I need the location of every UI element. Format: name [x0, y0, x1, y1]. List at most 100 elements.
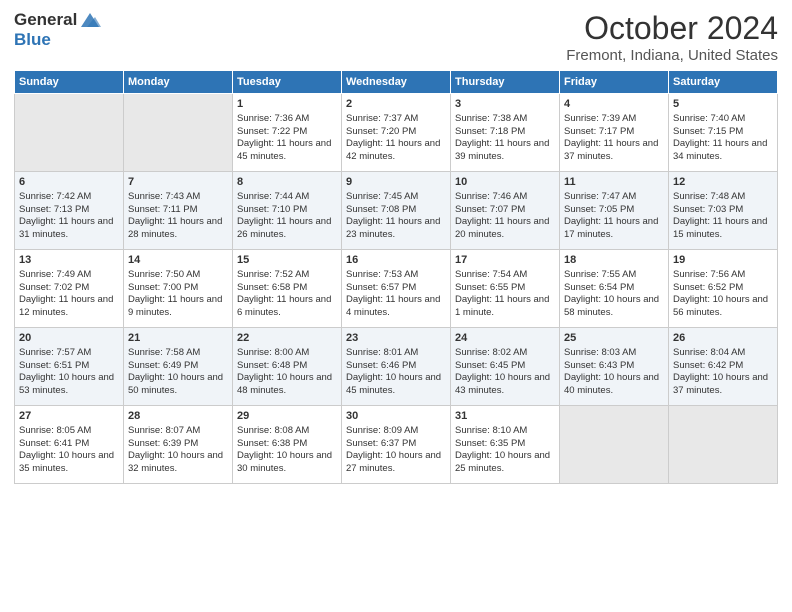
- sunset-text: Sunset: 6:45 PM: [455, 360, 555, 373]
- main-container: General Blue October 2024 Fremont, India…: [0, 0, 792, 494]
- day-number: 2: [346, 97, 446, 112]
- sunset-text: Sunset: 7:03 PM: [673, 204, 773, 217]
- main-title: October 2024: [566, 10, 778, 47]
- daylight-text: Daylight: 10 hours and 43 minutes.: [455, 372, 555, 398]
- col-header-thursday: Thursday: [451, 71, 560, 94]
- logo-icon: [79, 11, 101, 29]
- sunset-text: Sunset: 6:57 PM: [346, 282, 446, 295]
- sunrise-text: Sunrise: 8:03 AM: [564, 347, 664, 360]
- daylight-text: Daylight: 10 hours and 30 minutes.: [237, 450, 337, 476]
- day-number: 10: [455, 175, 555, 190]
- sunrise-text: Sunrise: 8:02 AM: [455, 347, 555, 360]
- daylight-text: Daylight: 11 hours and 6 minutes.: [237, 294, 337, 320]
- daylight-text: Daylight: 10 hours and 27 minutes.: [346, 450, 446, 476]
- sunset-text: Sunset: 6:42 PM: [673, 360, 773, 373]
- sunset-text: Sunset: 6:48 PM: [237, 360, 337, 373]
- day-cell: 3Sunrise: 7:38 AMSunset: 7:18 PMDaylight…: [451, 94, 560, 172]
- day-cell: [560, 406, 669, 484]
- day-number: 31: [455, 409, 555, 424]
- sunrise-text: Sunrise: 7:55 AM: [564, 269, 664, 282]
- day-cell: 17Sunrise: 7:54 AMSunset: 6:55 PMDayligh…: [451, 250, 560, 328]
- day-cell: 15Sunrise: 7:52 AMSunset: 6:58 PMDayligh…: [233, 250, 342, 328]
- sunrise-text: Sunrise: 8:07 AM: [128, 425, 228, 438]
- day-cell: 19Sunrise: 7:56 AMSunset: 6:52 PMDayligh…: [669, 250, 778, 328]
- day-number: 1: [237, 97, 337, 112]
- week-row-2: 6Sunrise: 7:42 AMSunset: 7:13 PMDaylight…: [15, 172, 778, 250]
- day-cell: 9Sunrise: 7:45 AMSunset: 7:08 PMDaylight…: [342, 172, 451, 250]
- day-cell: 2Sunrise: 7:37 AMSunset: 7:20 PMDaylight…: [342, 94, 451, 172]
- day-cell: 13Sunrise: 7:49 AMSunset: 7:02 PMDayligh…: [15, 250, 124, 328]
- day-cell: 23Sunrise: 8:01 AMSunset: 6:46 PMDayligh…: [342, 328, 451, 406]
- day-cell: 11Sunrise: 7:47 AMSunset: 7:05 PMDayligh…: [560, 172, 669, 250]
- sunset-text: Sunset: 6:55 PM: [455, 282, 555, 295]
- daylight-text: Daylight: 10 hours and 25 minutes.: [455, 450, 555, 476]
- daylight-text: Daylight: 11 hours and 42 minutes.: [346, 138, 446, 164]
- sunrise-text: Sunrise: 7:56 AM: [673, 269, 773, 282]
- day-cell: 31Sunrise: 8:10 AMSunset: 6:35 PMDayligh…: [451, 406, 560, 484]
- day-number: 28: [128, 409, 228, 424]
- sunrise-text: Sunrise: 8:05 AM: [19, 425, 119, 438]
- sunset-text: Sunset: 7:10 PM: [237, 204, 337, 217]
- sunrise-text: Sunrise: 7:44 AM: [237, 191, 337, 204]
- day-number: 11: [564, 175, 664, 190]
- daylight-text: Daylight: 11 hours and 28 minutes.: [128, 216, 228, 242]
- week-row-4: 20Sunrise: 7:57 AMSunset: 6:51 PMDayligh…: [15, 328, 778, 406]
- daylight-text: Daylight: 10 hours and 48 minutes.: [237, 372, 337, 398]
- sunrise-text: Sunrise: 7:58 AM: [128, 347, 228, 360]
- daylight-text: Daylight: 10 hours and 35 minutes.: [19, 450, 119, 476]
- sunrise-text: Sunrise: 7:45 AM: [346, 191, 446, 204]
- day-number: 27: [19, 409, 119, 424]
- daylight-text: Daylight: 10 hours and 37 minutes.: [673, 372, 773, 398]
- sunset-text: Sunset: 7:02 PM: [19, 282, 119, 295]
- day-number: 23: [346, 331, 446, 346]
- sunrise-text: Sunrise: 7:48 AM: [673, 191, 773, 204]
- sunrise-text: Sunrise: 7:47 AM: [564, 191, 664, 204]
- logo-blue: Blue: [14, 30, 51, 50]
- sunrise-text: Sunrise: 7:36 AM: [237, 113, 337, 126]
- header-row: SundayMondayTuesdayWednesdayThursdayFrid…: [15, 71, 778, 94]
- sunset-text: Sunset: 6:49 PM: [128, 360, 228, 373]
- daylight-text: Daylight: 11 hours and 23 minutes.: [346, 216, 446, 242]
- sunrise-text: Sunrise: 8:00 AM: [237, 347, 337, 360]
- day-cell: 8Sunrise: 7:44 AMSunset: 7:10 PMDaylight…: [233, 172, 342, 250]
- day-number: 7: [128, 175, 228, 190]
- sunrise-text: Sunrise: 7:37 AM: [346, 113, 446, 126]
- daylight-text: Daylight: 11 hours and 1 minute.: [455, 294, 555, 320]
- daylight-text: Daylight: 10 hours and 56 minutes.: [673, 294, 773, 320]
- day-number: 12: [673, 175, 773, 190]
- sunrise-text: Sunrise: 7:53 AM: [346, 269, 446, 282]
- sunset-text: Sunset: 6:46 PM: [346, 360, 446, 373]
- sunrise-text: Sunrise: 7:46 AM: [455, 191, 555, 204]
- day-number: 13: [19, 253, 119, 268]
- day-number: 19: [673, 253, 773, 268]
- day-cell: 14Sunrise: 7:50 AMSunset: 7:00 PMDayligh…: [124, 250, 233, 328]
- daylight-text: Daylight: 11 hours and 26 minutes.: [237, 216, 337, 242]
- sunset-text: Sunset: 6:38 PM: [237, 438, 337, 451]
- sunset-text: Sunset: 6:54 PM: [564, 282, 664, 295]
- daylight-text: Daylight: 10 hours and 45 minutes.: [346, 372, 446, 398]
- sunset-text: Sunset: 7:13 PM: [19, 204, 119, 217]
- sunset-text: Sunset: 6:37 PM: [346, 438, 446, 451]
- daylight-text: Daylight: 11 hours and 17 minutes.: [564, 216, 664, 242]
- col-header-sunday: Sunday: [15, 71, 124, 94]
- sunset-text: Sunset: 6:51 PM: [19, 360, 119, 373]
- day-number: 5: [673, 97, 773, 112]
- week-row-1: 1Sunrise: 7:36 AMSunset: 7:22 PMDaylight…: [15, 94, 778, 172]
- sunrise-text: Sunrise: 7:43 AM: [128, 191, 228, 204]
- calendar-table: SundayMondayTuesdayWednesdayThursdayFrid…: [14, 70, 778, 484]
- day-number: 15: [237, 253, 337, 268]
- daylight-text: Daylight: 11 hours and 20 minutes.: [455, 216, 555, 242]
- day-cell: 27Sunrise: 8:05 AMSunset: 6:41 PMDayligh…: [15, 406, 124, 484]
- day-number: 26: [673, 331, 773, 346]
- col-header-tuesday: Tuesday: [233, 71, 342, 94]
- day-cell: 20Sunrise: 7:57 AMSunset: 6:51 PMDayligh…: [15, 328, 124, 406]
- week-row-3: 13Sunrise: 7:49 AMSunset: 7:02 PMDayligh…: [15, 250, 778, 328]
- day-number: 9: [346, 175, 446, 190]
- sunset-text: Sunset: 7:11 PM: [128, 204, 228, 217]
- daylight-text: Daylight: 10 hours and 50 minutes.: [128, 372, 228, 398]
- day-cell: 25Sunrise: 8:03 AMSunset: 6:43 PMDayligh…: [560, 328, 669, 406]
- col-header-monday: Monday: [124, 71, 233, 94]
- day-number: 20: [19, 331, 119, 346]
- sunset-text: Sunset: 6:43 PM: [564, 360, 664, 373]
- sunset-text: Sunset: 7:08 PM: [346, 204, 446, 217]
